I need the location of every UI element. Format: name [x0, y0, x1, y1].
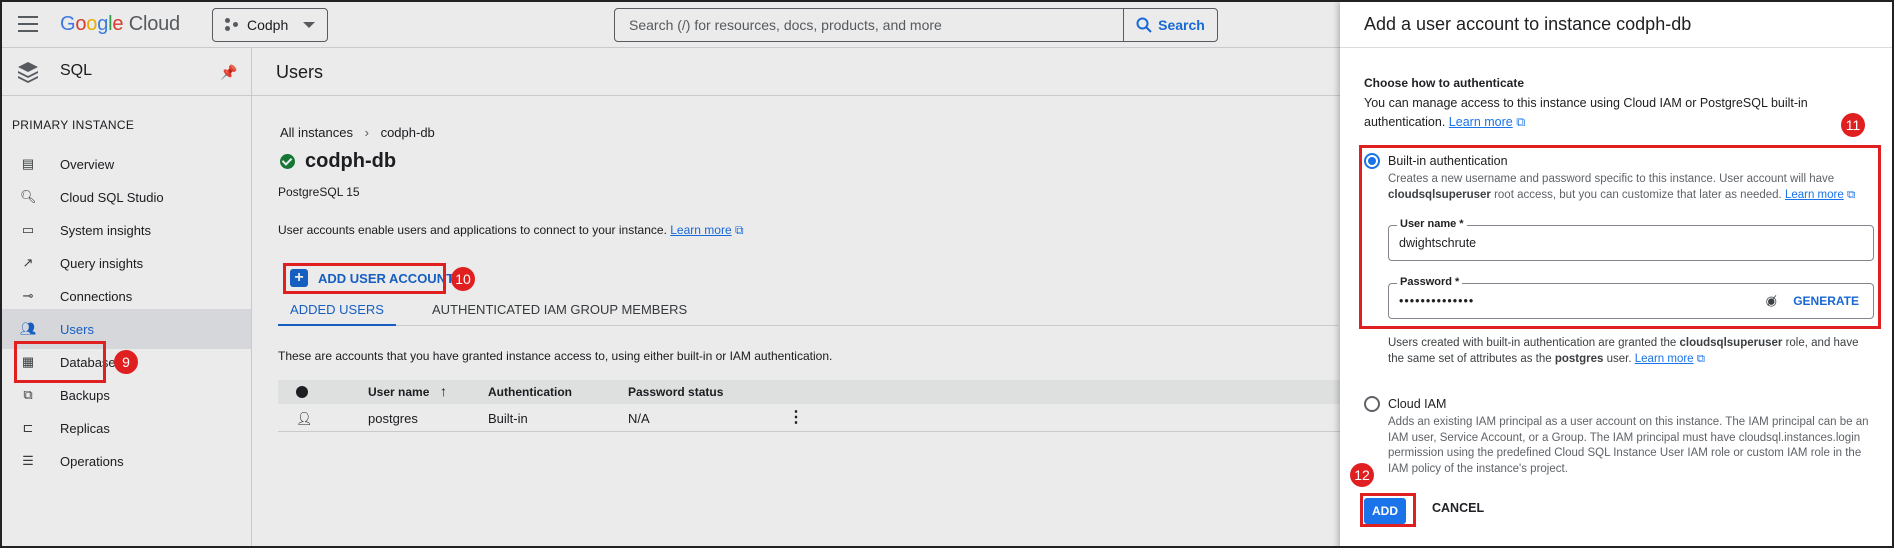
annotation-box-add: [1360, 493, 1416, 527]
scrim-topbar: [2, 2, 1340, 48]
learn-more-link[interactable]: Learn more: [1449, 115, 1513, 129]
external-link-icon: ⧉: [1696, 352, 1705, 365]
panel-header: Add a user account to instance codph-db: [1340, 2, 1892, 48]
scrim-sidebar: [2, 48, 252, 546]
annotation-badge-11: 11: [1841, 113, 1865, 137]
cloud-iam-radio[interactable]: [1364, 396, 1380, 412]
cloud-iam-title: Cloud IAM: [1388, 397, 1447, 411]
annotation-box-builtin-auth: [1359, 145, 1881, 329]
annotation-badge-12: 12: [1350, 463, 1374, 487]
builtin-note: Users created with built-in authenticati…: [1388, 336, 1874, 367]
note-c: user.: [1603, 352, 1632, 365]
annotation-box-users: [14, 341, 106, 383]
cloud-iam-desc: Adds an existing IAM principal as a user…: [1388, 416, 1869, 475]
learn-more-link[interactable]: Learn more: [1635, 353, 1694, 365]
auth-intro-text: You can manage access to this instance u…: [1364, 96, 1808, 129]
note-a: Users created with built-in authenticati…: [1388, 337, 1680, 349]
panel-title: Add a user account to instance codph-db: [1364, 14, 1692, 34]
note-bold-2: postgres: [1554, 352, 1604, 365]
note-bold-1: cloudsqlsuperuser: [1679, 337, 1783, 349]
auth-intro: You can manage access to this instance u…: [1364, 94, 1864, 132]
external-link-icon: ⧉: [1516, 115, 1526, 129]
auth-heading: Choose how to authenticate: [1364, 76, 1525, 90]
annotation-badge-9: 9: [114, 350, 138, 374]
annotation-badge-10: 10: [451, 267, 475, 291]
annotation-box-add-user: [283, 263, 446, 294]
cancel-button[interactable]: CANCEL: [1432, 501, 1484, 515]
scrim-main: [252, 48, 1340, 546]
